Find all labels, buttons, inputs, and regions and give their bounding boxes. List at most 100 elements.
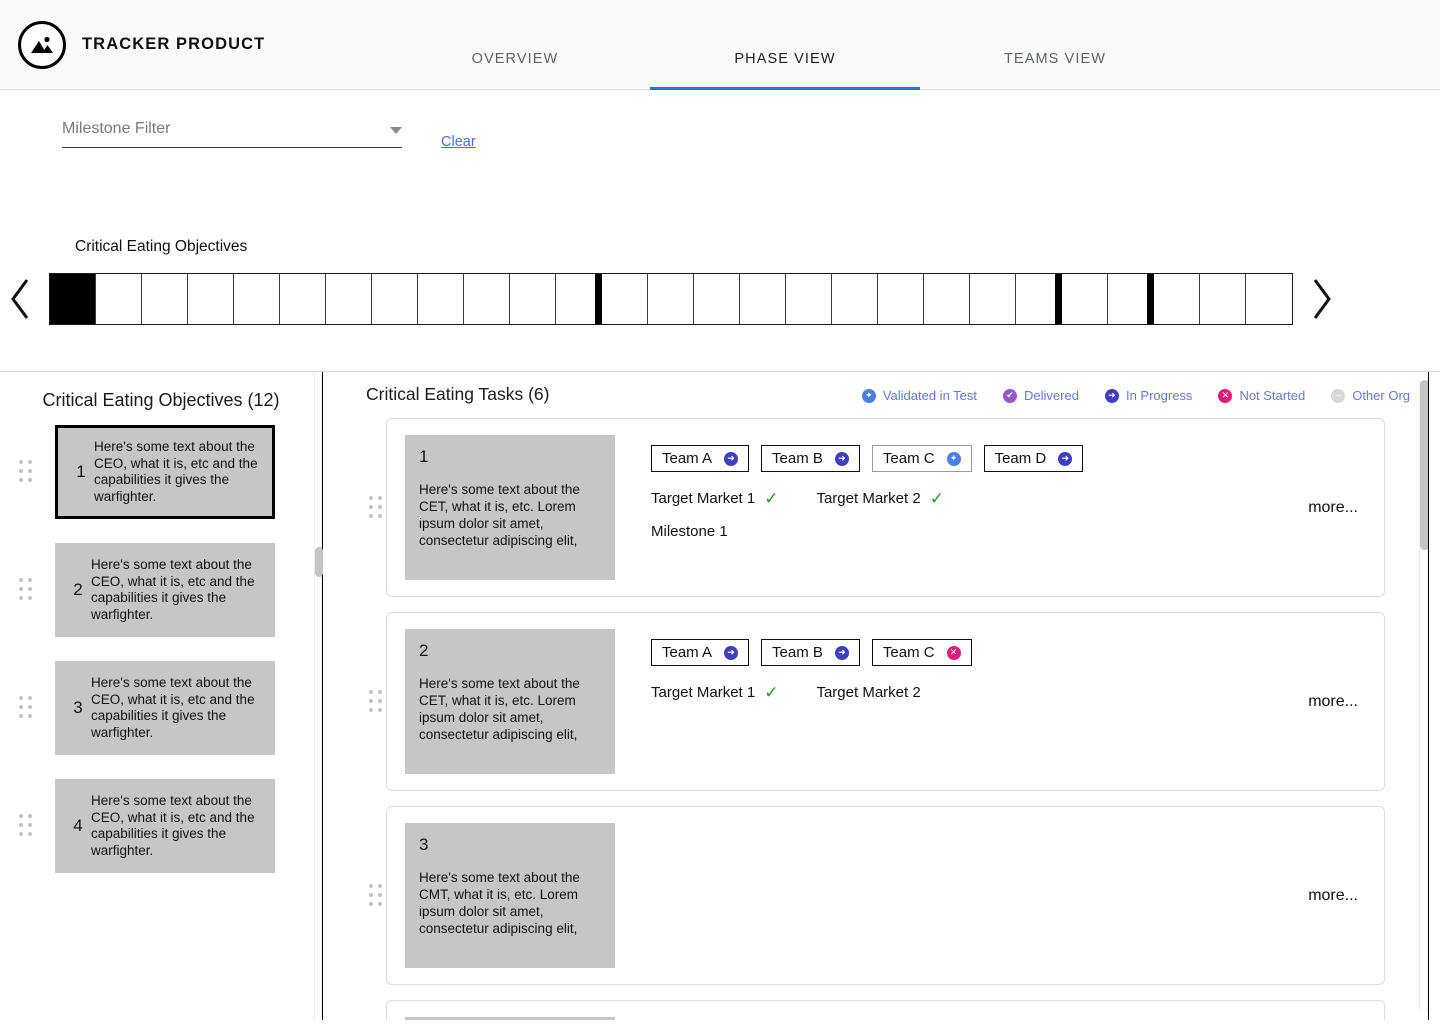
filter-bar: Milestone Filter Clear (0, 90, 1440, 182)
x-circle-icon: ✕ (1218, 388, 1233, 403)
timeline-cell[interactable] (234, 274, 280, 324)
team-chip[interactable]: Team A ➜ (651, 445, 750, 472)
objective-text: Here's some text about the CEO, what it … (91, 793, 255, 858)
timeline-cell[interactable] (50, 274, 96, 324)
team-chip[interactable]: Team D ➜ (983, 445, 1084, 472)
objective-row[interactable]: 3 Here's some text about the CEO, what it… (0, 661, 322, 755)
objective-number: 2 (73, 580, 83, 599)
task-card[interactable]: 1 Here's some text about the CET, what it… (386, 418, 1385, 597)
objective-number: 1 (76, 462, 86, 481)
tab-phase-view[interactable]: PHASE VIEW (650, 51, 920, 90)
legend-item-delivered[interactable]: ✔ Delivered (1003, 388, 1079, 403)
objective-row[interactable]: 1 Here's some text about the CEO, what it… (0, 425, 322, 519)
team-chip[interactable]: Team B ➜ (761, 639, 860, 666)
timeline-cell[interactable] (1016, 274, 1062, 324)
timeline-cell[interactable] (510, 274, 556, 324)
timeline-cell[interactable] (970, 274, 1016, 324)
objective-card[interactable]: 3 Here's some text about the CEO, what it… (55, 661, 275, 755)
drag-handle-icon[interactable] (16, 813, 36, 839)
milestone-filter-select[interactable]: Milestone Filter (62, 120, 402, 148)
timeline-cell[interactable] (694, 274, 740, 324)
timeline-cell[interactable] (188, 274, 234, 324)
task-card[interactable]: 4 (386, 1000, 1385, 1020)
team-status-icon: ✕ (946, 645, 961, 660)
timeline-cell[interactable] (648, 274, 694, 324)
target-market-group: Target Market 1 ✓ Target Market 2 (651, 684, 1366, 701)
more-link[interactable]: more... (1308, 887, 1358, 905)
objective-number: 3 (73, 698, 83, 717)
timeline-cell[interactable] (786, 274, 832, 324)
team-chip[interactable]: Team C ✦ (871, 445, 972, 472)
timeline-cell[interactable] (280, 274, 326, 324)
timeline-cell[interactable] (1246, 274, 1292, 324)
timeline-cell[interactable] (832, 274, 878, 324)
more-link[interactable]: more... (1308, 499, 1358, 517)
drag-handle-icon[interactable] (16, 459, 36, 485)
timeline-cell[interactable] (1062, 274, 1108, 324)
tab-overview[interactable]: OVERVIEW (380, 51, 650, 90)
timeline-cell[interactable] (1154, 274, 1200, 324)
objective-row[interactable]: 4 Here's some text about the CEO, what it… (0, 779, 322, 873)
timeline-cell[interactable] (96, 274, 142, 324)
body-split: Critical Eating Objectives (12) 1 Here's … (0, 372, 1440, 1020)
team-chip[interactable]: Team C ✕ (871, 639, 972, 666)
legend-item-validated[interactable]: ✦ Validated in Test (861, 388, 977, 403)
task-row[interactable]: 2 Here's some text about the CET, what it… (366, 612, 1385, 791)
chevron-down-icon (390, 127, 402, 134)
clear-filter-link[interactable]: Clear (441, 134, 476, 150)
legend-item-otherorg[interactable]: – Other Org (1331, 388, 1410, 403)
task-row[interactable]: 3 Here's some text about the CMT, what it… (366, 806, 1385, 985)
timeline-cell[interactable] (556, 274, 602, 324)
brand-title: TRACKER PRODUCT (82, 35, 266, 53)
objective-card[interactable]: 4 Here's some text about the CEO, what it… (55, 779, 275, 873)
more-link[interactable]: more... (1308, 693, 1358, 711)
task-card[interactable]: 2 Here's some text about the CET, what it… (386, 612, 1385, 791)
timeline-cell[interactable] (1200, 274, 1246, 324)
drag-handle-icon[interactable] (16, 577, 36, 603)
timeline-cell[interactable] (1108, 274, 1154, 324)
objective-row[interactable]: 2 Here's some text about the CEO, what it… (0, 543, 322, 637)
legend-item-inprogress[interactable]: ➜ In Progress (1104, 388, 1193, 403)
sidebar-scrollbar[interactable] (314, 372, 323, 1020)
drag-handle-icon[interactable] (366, 883, 386, 909)
task-details (615, 823, 1366, 833)
drag-handle-icon[interactable] (366, 689, 386, 715)
target-market: Target Market 2 ✓ (816, 490, 943, 507)
drag-handle-icon[interactable] (16, 695, 36, 721)
timeline-cell[interactable] (924, 274, 970, 324)
team-chip-label: Team B (772, 644, 823, 661)
tab-teams-view[interactable]: TEAMS VIEW (920, 51, 1190, 90)
chevron-right-icon[interactable] (1302, 273, 1342, 325)
timeline-cell[interactable] (142, 274, 188, 324)
status-legend: ✦ Validated in Test ✔ Delivered ➜ In Progress… (861, 388, 1410, 403)
team-status-icon: ➜ (834, 645, 849, 660)
team-chip-label: Team B (772, 450, 823, 467)
target-market-label: Target Market 1 (651, 490, 756, 507)
timeline-cell[interactable] (418, 274, 464, 324)
team-chip[interactable]: Team A ➜ (651, 639, 750, 666)
check-icon: ✓ (764, 489, 779, 508)
timeline-track[interactable] (49, 273, 1293, 325)
timeline-cell[interactable] (878, 274, 924, 324)
timeline-cell[interactable] (602, 274, 648, 324)
legend-item-notstarted[interactable]: ✕ Not Started (1218, 388, 1305, 403)
timeline-cell[interactable] (372, 274, 418, 324)
objective-card[interactable]: 1 Here's some text about the CEO, what it… (55, 425, 275, 519)
legend-label: In Progress (1125, 388, 1193, 403)
task-row[interactable]: 4 (366, 1000, 1385, 1020)
team-status-icon: ✦ (946, 451, 961, 466)
sidebar-scrollbar-thumb[interactable] (315, 547, 323, 577)
drag-handle-icon[interactable] (366, 495, 386, 521)
task-card[interactable]: 3 Here's some text about the CMT, what it… (386, 806, 1385, 985)
tasks-panel: Critical Eating Tasks (6) ✦ Validated in … (323, 372, 1440, 1020)
objective-card[interactable]: 2 Here's some text about the CEO, what it… (55, 543, 275, 637)
objective-text: Here's some text about the CEO, what it … (91, 557, 255, 622)
timeline-cell[interactable] (740, 274, 786, 324)
task-row[interactable]: 1 Here's some text about the CET, what it… (366, 418, 1385, 597)
task-number: 2 (419, 641, 429, 660)
chevron-left-icon[interactable] (0, 273, 40, 325)
timeline-cell[interactable] (326, 274, 372, 324)
timeline-cell[interactable] (464, 274, 510, 324)
team-status-icon: ➜ (834, 451, 849, 466)
team-chip[interactable]: Team B ➜ (761, 445, 860, 472)
